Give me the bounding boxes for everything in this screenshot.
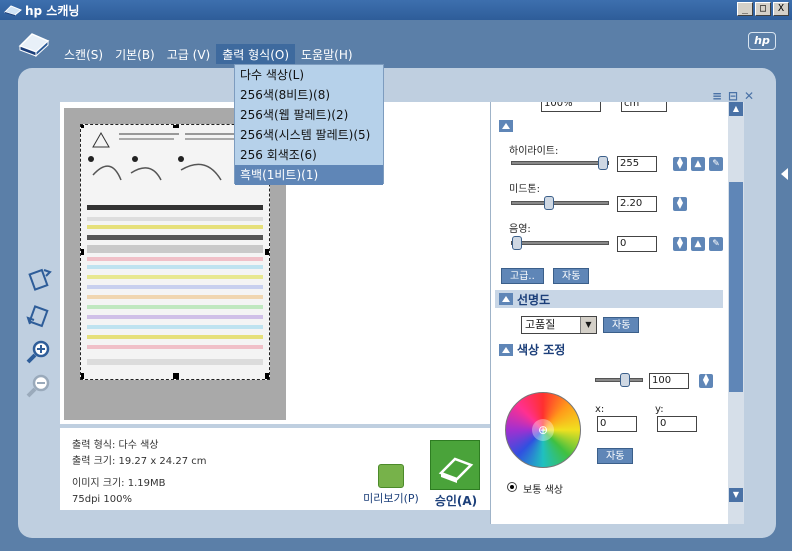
settings-panel: 100% cm 하이라이트: 255 ▲ ▼ ▲ ✎ 미드톤: 2.20 ▲ ▼ 음… <box>490 102 744 524</box>
menu-advanced[interactable]: 고급 (V) <box>161 44 216 64</box>
unit-field[interactable]: cm <box>621 102 667 112</box>
sharpness-auto-button[interactable]: 자동 <box>603 317 640 333</box>
hp-scanner-app-icon <box>4 5 22 16</box>
sharpness-title: 선명도 <box>517 293 551 307</box>
advanced-button[interactable]: 고급.. <box>501 268 544 284</box>
chevron-down-icon[interactable]: ▼ <box>580 317 596 333</box>
menu-bar: 스캔(S) 기본(B) 고급 (V) 출력 형식(O) 도움말(H) <box>58 44 359 64</box>
shadow-spinner[interactable]: ▲ ▼ <box>673 236 687 251</box>
midtone-label: 미드톤: <box>509 184 540 195</box>
collapse-tone-icon[interactable] <box>499 120 513 132</box>
zoom-icon: ⊕ <box>532 419 554 441</box>
saturation-slider[interactable] <box>595 373 643 387</box>
tone-auto-button[interactable]: 자동 <box>553 268 590 284</box>
crop-handle[interactable] <box>81 125 84 128</box>
panel-close-icon[interactable]: ✕ <box>742 90 756 104</box>
saturation-slider-thumb[interactable] <box>620 373 630 387</box>
collapse-color-icon[interactable] <box>499 344 513 356</box>
warning-icon[interactable]: ▲ <box>691 157 705 171</box>
app-frame: 스캔(S) 기본(B) 고급 (V) 출력 형식(O) 도움말(H) hp 출력… <box>0 20 792 551</box>
crop-handle[interactable] <box>265 373 269 379</box>
resolution-text: 75dpi 100% <box>72 494 132 505</box>
close-button[interactable]: X <box>773 2 789 16</box>
normal-color-radio[interactable] <box>507 482 517 492</box>
saturation-spinner[interactable]: ▲ ▼ <box>699 373 713 388</box>
highlight-slider-thumb[interactable] <box>598 156 608 170</box>
zoom-in-icon[interactable] <box>24 338 54 366</box>
menu-item-256-8bit[interactable]: 256색(8비트)(8) <box>235 85 383 105</box>
window-titlebar: hp 스캐닝 _ □ X <box>0 0 792 20</box>
menu-item-256-gray[interactable]: 256 회색조(6) <box>235 145 383 165</box>
minimize-button[interactable]: _ <box>737 2 753 16</box>
menu-item-bw-1bit[interactable]: 흑백(1비트)(1) <box>235 165 383 185</box>
menu-item-256-system[interactable]: 256색(시스템 팔레트)(5) <box>235 125 383 145</box>
normal-color-label: 보통 색상 <box>523 485 563 496</box>
menu-item-multicolor[interactable]: 다수 색상(L) <box>235 65 383 85</box>
midtone-slider-thumb[interactable] <box>544 196 554 210</box>
menu-basic[interactable]: 기본(B) <box>109 44 161 64</box>
color-auto-button[interactable]: 자동 <box>597 448 634 464</box>
expand-right-arrow-icon[interactable] <box>781 168 788 180</box>
accept-label: 승인(A) <box>434 494 478 508</box>
collapse-sharpness-icon[interactable] <box>499 293 513 305</box>
midtone-spinner[interactable]: ▲ ▼ <box>673 196 687 211</box>
image-size-text: 이미지 크기: 1.19MB <box>72 478 166 489</box>
hp-logo: hp <box>748 32 776 50</box>
window-title: hp 스캐닝 <box>25 3 80 18</box>
shadow-slider-thumb[interactable] <box>512 236 522 250</box>
highlight-label: 하이라이트: <box>509 146 559 157</box>
highlight-slider[interactable] <box>511 156 609 170</box>
scanner-accept-icon <box>430 440 480 490</box>
accept-button[interactable]: 승인(A) <box>430 440 482 509</box>
highlight-field[interactable]: 255 <box>617 156 657 172</box>
eyedropper-icon[interactable]: ✎ <box>709 157 723 171</box>
color-adjust-title: 색상 조정 <box>517 343 566 357</box>
sharpness-select-value: 고품질 <box>525 318 556 331</box>
menu-output-format[interactable]: 출력 형식(O) <box>216 44 296 64</box>
sharpness-select[interactable]: 고품질 ▼ <box>521 316 597 334</box>
output-format-menu: 다수 색상(L) 256색(8비트)(8) 256색(웹 팔레트)(2) 256… <box>234 64 384 185</box>
window-controls: _ □ X <box>737 2 789 16</box>
midtone-slider[interactable] <box>511 196 609 210</box>
midtone-field[interactable]: 2.20 <box>617 196 657 212</box>
highlight-spinner[interactable]: ▲ ▼ <box>673 156 687 171</box>
scroll-down-icon[interactable]: ▼ <box>729 488 743 502</box>
y-label: y: <box>655 404 664 415</box>
saturation-field[interactable]: 100 <box>649 373 689 389</box>
output-info-panel: 출력 형식: 다수 색상 출력 크기: 19.27 x 24.27 cm 이미지… <box>60 428 503 510</box>
rotate-right-icon[interactable] <box>24 302 54 330</box>
maximize-button[interactable]: □ <box>755 2 771 16</box>
menu-scan[interactable]: 스캔(S) <box>58 44 109 64</box>
crop-handle[interactable] <box>81 373 84 379</box>
y-field[interactable]: 0 <box>657 416 697 432</box>
settings-scrollbar[interactable]: ▲ ▼ <box>728 102 744 524</box>
shadow-field[interactable]: 0 <box>617 236 657 252</box>
output-size-text: 출력 크기: 19.27 x 24.27 cm <box>72 456 207 467</box>
warning-icon[interactable]: ▲ <box>691 237 705 251</box>
rotate-left-icon[interactable] <box>24 266 54 294</box>
x-label: x: <box>595 404 605 415</box>
scale-field[interactable]: 100% <box>541 102 601 112</box>
output-format-text: 출력 형식: 다수 색상 <box>72 440 159 451</box>
crop-handle[interactable] <box>173 373 179 379</box>
x-field[interactable]: 0 <box>597 416 637 432</box>
menu-help[interactable]: 도움말(H) <box>295 44 359 64</box>
shadow-label: 음영: <box>509 224 531 235</box>
crop-handle[interactable] <box>173 125 179 128</box>
shadow-slider[interactable] <box>511 236 609 250</box>
zoom-out-icon[interactable] <box>24 372 54 400</box>
eyedropper-icon[interactable]: ✎ <box>709 237 723 251</box>
scroll-up-icon[interactable]: ▲ <box>729 102 743 116</box>
crop-handle[interactable] <box>81 249 84 255</box>
sharpness-header[interactable]: 선명도 <box>495 290 723 308</box>
preview-button[interactable]: 미리보기(P) <box>358 464 424 506</box>
menu-item-256-web[interactable]: 256색(웹 팔레트)(2) <box>235 105 383 125</box>
preview-icon <box>378 464 404 488</box>
crop-handle[interactable] <box>265 249 269 255</box>
preview-label: 미리보기(P) <box>363 492 419 505</box>
scroll-thumb[interactable] <box>729 182 743 392</box>
color-wheel[interactable]: ⊕ <box>505 392 581 468</box>
scanner-logo-icon <box>18 33 50 58</box>
